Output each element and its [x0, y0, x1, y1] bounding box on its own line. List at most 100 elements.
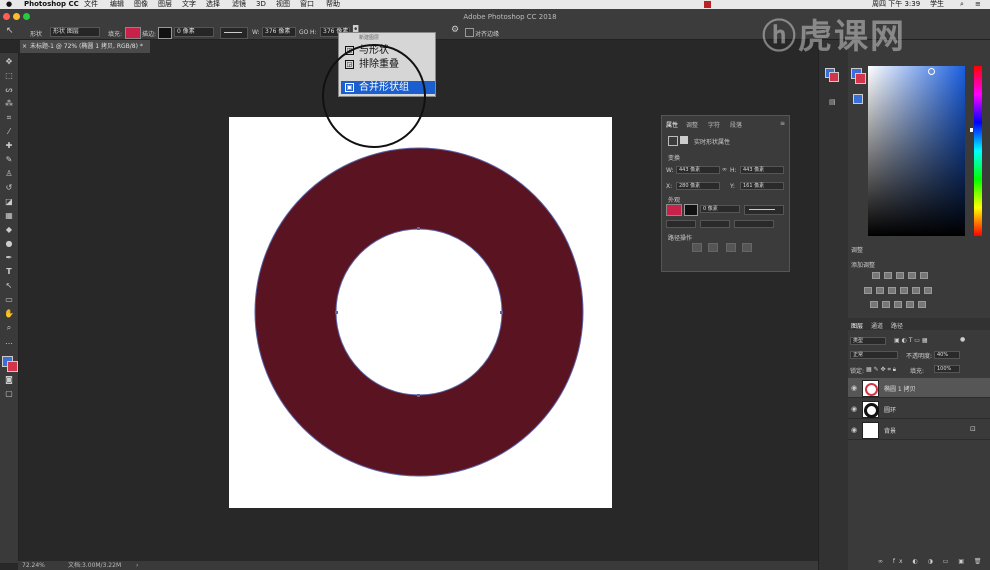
filter-toggle-icon[interactable]: ●: [960, 336, 965, 343]
pen-tool-icon[interactable]: ✒: [4, 253, 14, 263]
panel-menu-icon[interactable]: ≡: [780, 120, 785, 127]
swatch-panel-icon-2[interactable]: [829, 72, 839, 82]
out-of-gamut-icon[interactable]: [853, 94, 863, 104]
color-balance-adjustment-icon[interactable]: [876, 287, 884, 294]
width-input[interactable]: 443 像素: [676, 166, 720, 174]
move-tool-icon[interactable]: ✥: [4, 57, 14, 67]
stroke-width-input[interactable]: 0 像素: [700, 205, 740, 213]
menu-filter[interactable]: 滤镜: [232, 0, 246, 9]
exclude-button[interactable]: [742, 243, 752, 252]
levels-adjustment-icon[interactable]: [884, 272, 892, 279]
link-icon[interactable]: ∞: [722, 166, 727, 173]
path-selection-tool-icon[interactable]: ↖: [4, 281, 14, 291]
blur-tool-icon[interactable]: ◆: [4, 225, 14, 235]
stroke-style-select[interactable]: [744, 205, 784, 215]
layer-footer-icons[interactable]: ∞ fx ◐ ◑ ▭ ▣ 🗑︎: [878, 558, 986, 565]
stroke-corners-select[interactable]: [734, 220, 774, 228]
transform-section-label[interactable]: 变换: [668, 153, 680, 162]
document-canvas[interactable]: [229, 117, 612, 508]
document-info[interactable]: 文档:3.00M/3.22M: [68, 561, 121, 570]
tab-paragraph[interactable]: 段落: [730, 120, 742, 129]
menu-app-name[interactable]: Photoshop CC: [24, 0, 79, 9]
hue-saturation-adjustment-icon[interactable]: [864, 287, 872, 294]
color-lookup-adjustment-icon[interactable]: [924, 287, 932, 294]
mask-properties-icon[interactable]: [680, 136, 688, 144]
curves-adjustment-icon[interactable]: [896, 272, 904, 279]
fill-color-swatch[interactable]: [666, 204, 682, 216]
stroke-caps-select[interactable]: [700, 220, 730, 228]
hue-slider-handle[interactable]: [970, 128, 973, 132]
bg-swatch-small[interactable]: [855, 73, 866, 84]
hue-slider[interactable]: [974, 66, 982, 236]
stroke-align-select[interactable]: [666, 220, 696, 228]
document-tab[interactable]: × 未标题-1 @ 72% (椭圆 1 拷贝, RGB/8) *: [20, 40, 150, 53]
stroke-style-select[interactable]: [220, 27, 248, 39]
stroke-color-swatch[interactable]: [158, 27, 172, 39]
opacity-input[interactable]: 40%: [934, 351, 960, 359]
healing-brush-tool-icon[interactable]: ✚: [4, 141, 14, 151]
screen-mode-icon[interactable]: ▢: [4, 389, 14, 399]
combine-shapes-button[interactable]: [692, 243, 702, 252]
search-icon[interactable]: ⌕: [960, 0, 964, 9]
tab-character[interactable]: 字符: [708, 120, 720, 129]
zoom-tool-icon[interactable]: ⌕: [4, 323, 14, 333]
menu-image[interactable]: 图像: [134, 0, 148, 9]
tab-layers[interactable]: 图层: [851, 321, 863, 330]
tab-paths[interactable]: 路径: [891, 321, 903, 330]
more-tools-icon[interactable]: …: [4, 337, 14, 347]
menu-window[interactable]: 窗口: [300, 0, 314, 9]
layer-row-background[interactable]: ◉ 背景 ⊡: [848, 420, 990, 440]
lock-icon[interactable]: ⊡: [970, 425, 976, 433]
clock[interactable]: 周四 下午 3:39: [872, 0, 920, 9]
menu-file[interactable]: 文件: [84, 0, 98, 9]
eraser-tool-icon[interactable]: ◪: [4, 197, 14, 207]
shape-tool-icon[interactable]: ▭: [4, 295, 14, 305]
status-arrow-icon[interactable]: ›: [136, 561, 138, 570]
tab-adjustments[interactable]: 调整: [686, 120, 698, 129]
close-window-button[interactable]: [3, 13, 10, 20]
mode-select[interactable]: 形状 图层: [50, 27, 100, 37]
layer-name[interactable]: 背景: [884, 426, 896, 435]
layer-name[interactable]: 椭圆 1 拷贝: [884, 384, 916, 393]
menu-type[interactable]: 文字: [182, 0, 196, 9]
crop-tool-icon[interactable]: ⌗: [4, 113, 14, 123]
layer-row-ring[interactable]: ◉ 圆环: [848, 399, 990, 419]
y-input[interactable]: 161 像素: [740, 182, 784, 190]
menu-edit[interactable]: 编辑: [110, 0, 124, 9]
eye-icon[interactable]: ◉: [851, 384, 857, 392]
link-dimensions-icon[interactable]: GO: [299, 29, 308, 36]
brightness-adjustment-icon[interactable]: [872, 272, 880, 279]
gradient-tool-icon[interactable]: ▦: [4, 211, 14, 221]
dodge-tool-icon[interactable]: ●: [4, 239, 14, 249]
menu-3d[interactable]: 3D: [256, 0, 266, 9]
path-select-tool-icon[interactable]: ↖: [6, 26, 14, 36]
layer-row-ellipse-copy[interactable]: ◉ 椭圆 1 拷贝: [848, 378, 990, 398]
stroke-width-field[interactable]: 0 像素: [174, 27, 214, 37]
eye-icon[interactable]: ◉: [851, 426, 857, 434]
height-input[interactable]: 443 像素: [740, 166, 784, 174]
invert-adjustment-icon[interactable]: [870, 301, 878, 308]
lasso-tool-icon[interactable]: ᔕ: [4, 85, 14, 95]
gradient-map-adjustment-icon[interactable]: [906, 301, 914, 308]
user-name[interactable]: 学生: [930, 0, 944, 9]
fill-color-swatch[interactable]: [125, 27, 141, 39]
width-field[interactable]: 376 像素: [262, 27, 296, 37]
eye-icon[interactable]: ◉: [851, 405, 857, 413]
clone-stamp-tool-icon[interactable]: ♙: [4, 169, 14, 179]
tab-adjustments-panel[interactable]: 调整: [851, 245, 863, 254]
brush-tool-icon[interactable]: ✎: [4, 155, 14, 165]
layers-panel-icon[interactable]: ▤: [829, 98, 836, 106]
layer-name[interactable]: 圆环: [884, 405, 896, 414]
lock-icons[interactable]: ▦ ✎ ✥ ⌗ 🔒︎: [866, 366, 896, 374]
menu-view[interactable]: 视图: [276, 0, 290, 9]
threshold-adjustment-icon[interactable]: [894, 301, 902, 308]
hand-tool-icon[interactable]: ✋: [4, 309, 14, 319]
tab-properties[interactable]: 属性: [666, 120, 678, 129]
stroke-color-swatch[interactable]: [684, 204, 698, 216]
zoom-level[interactable]: 72.24%: [22, 561, 45, 570]
layer-kind-filter[interactable]: 类型: [850, 337, 886, 345]
exposure-adjustment-icon[interactable]: [908, 272, 916, 279]
x-input[interactable]: 280 像素: [676, 182, 720, 190]
apple-icon[interactable]: ●: [6, 0, 12, 9]
close-tab-icon[interactable]: ×: [22, 40, 27, 53]
